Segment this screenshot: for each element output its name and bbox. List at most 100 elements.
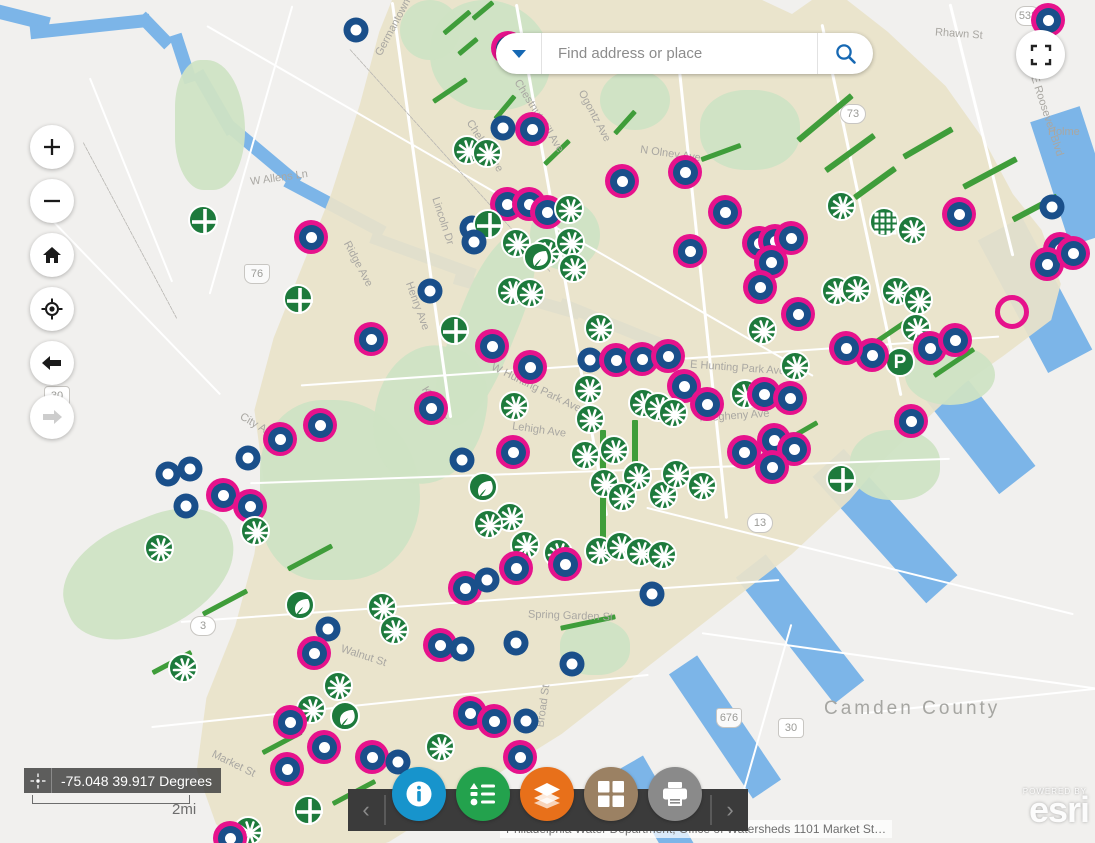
inlet-feature-marker[interactable]: [513, 350, 547, 384]
street-tree-marker[interactable]: [515, 278, 545, 308]
outfall-marker[interactable]: [173, 493, 199, 519]
street-tree-marker[interactable]: [747, 315, 777, 345]
inlet-feature-marker[interactable]: [355, 740, 389, 774]
search-source-dropdown[interactable]: [496, 33, 542, 74]
street-tree-marker[interactable]: [647, 540, 677, 570]
outfall-marker[interactable]: [235, 445, 261, 471]
map-canvas[interactable]: Camden County Holme Germantown Ave W Allen…: [0, 0, 1095, 843]
inlet-feature-marker[interactable]: [477, 704, 511, 738]
porous-paving-marker[interactable]: P: [885, 347, 915, 377]
print-button[interactable]: [648, 767, 702, 821]
rain-garden-marker[interactable]: [285, 590, 315, 620]
stormwater-planter-marker[interactable]: [188, 205, 218, 235]
inlet-feature-marker[interactable]: [263, 422, 297, 456]
outfall-marker[interactable]: [449, 636, 475, 662]
about-info-button[interactable]: [392, 767, 446, 821]
stormwater-planter-marker[interactable]: [826, 464, 856, 494]
rain-garden-marker[interactable]: [330, 701, 360, 731]
inlet-feature-marker[interactable]: [605, 164, 639, 198]
street-tree-marker[interactable]: [573, 374, 603, 404]
inlet-feature-marker[interactable]: [496, 435, 530, 469]
inlet-feature-marker[interactable]: [894, 404, 928, 438]
zoom-in-button[interactable]: [30, 125, 74, 169]
street-tree-marker[interactable]: [240, 516, 270, 546]
search-widget[interactable]: [496, 33, 873, 74]
home-button[interactable]: [30, 233, 74, 277]
street-tree-marker[interactable]: [780, 351, 810, 381]
inlet-feature-marker[interactable]: [690, 387, 724, 421]
street-tree-marker[interactable]: [168, 653, 198, 683]
search-input[interactable]: [542, 45, 817, 62]
inlet-feature-marker[interactable]: [938, 323, 972, 357]
street-tree-marker[interactable]: [558, 253, 588, 283]
outfall-marker[interactable]: [503, 630, 529, 656]
inlet-feature-marker[interactable]: [303, 408, 337, 442]
inlet-feature-marker[interactable]: [213, 821, 247, 843]
inlet-feature-marker[interactable]: [651, 339, 685, 373]
rain-garden-marker[interactable]: [523, 242, 553, 272]
selected-feature-marker[interactable]: [995, 295, 1029, 329]
street-tree-marker[interactable]: [499, 391, 529, 421]
street-tree-marker[interactable]: [826, 191, 856, 221]
outfall-marker[interactable]: [461, 229, 487, 255]
locate-button[interactable]: [30, 287, 74, 331]
street-tree-marker[interactable]: [897, 215, 927, 245]
stormwater-planter-marker[interactable]: [283, 284, 313, 314]
street-tree-marker[interactable]: [554, 194, 584, 224]
stormwater-planter-marker[interactable]: [293, 795, 323, 825]
basemap-gallery-button[interactable]: [584, 767, 638, 821]
street-tree-marker[interactable]: [379, 615, 409, 645]
inlet-feature-marker[interactable]: [515, 112, 549, 146]
street-tree-marker[interactable]: [661, 459, 691, 489]
inlet-feature-marker[interactable]: [270, 752, 304, 786]
inlet-feature-marker[interactable]: [743, 270, 777, 304]
inlet-feature-marker[interactable]: [297, 636, 331, 670]
outfall-marker[interactable]: [559, 651, 585, 677]
inlet-feature-marker[interactable]: [273, 705, 307, 739]
outfall-marker[interactable]: [343, 17, 369, 43]
inlet-feature-marker[interactable]: [354, 322, 388, 356]
street-tree-marker[interactable]: [903, 285, 933, 315]
stormwater-planter-marker[interactable]: [439, 315, 469, 345]
inlet-feature-marker[interactable]: [708, 195, 742, 229]
inlet-feature-marker[interactable]: [755, 450, 789, 484]
toolbar-prev-button[interactable]: ‹: [348, 797, 384, 823]
street-tree-marker[interactable]: [658, 398, 688, 428]
inlet-feature-marker[interactable]: [781, 297, 815, 331]
outfall-marker[interactable]: [639, 581, 665, 607]
inlet-feature-marker[interactable]: [499, 551, 533, 585]
inlet-feature-marker[interactable]: [829, 331, 863, 365]
outfall-marker[interactable]: [474, 567, 500, 593]
rain-garden-marker[interactable]: [468, 472, 498, 502]
outfall-marker[interactable]: [513, 708, 539, 734]
street-tree-marker[interactable]: [473, 509, 503, 539]
search-button[interactable]: [817, 33, 873, 74]
zoom-out-button[interactable]: [30, 179, 74, 223]
street-tree-marker[interactable]: [570, 440, 600, 470]
coordinate-widget[interactable]: -75.048 39.917 Degrees: [24, 768, 221, 793]
street-tree-marker[interactable]: [472, 138, 502, 168]
inlet-feature-marker[interactable]: [414, 391, 448, 425]
outfall-marker[interactable]: [417, 278, 443, 304]
outfall-marker[interactable]: [177, 456, 203, 482]
inlet-feature-marker[interactable]: [475, 329, 509, 363]
inlet-feature-marker[interactable]: [307, 730, 341, 764]
inlet-feature-marker[interactable]: [773, 381, 807, 415]
outfall-marker[interactable]: [449, 447, 475, 473]
inlet-feature-marker[interactable]: [668, 155, 702, 189]
street-tree-marker[interactable]: [144, 533, 174, 563]
next-extent-button[interactable]: [30, 395, 74, 439]
fullscreen-button[interactable]: [1016, 30, 1065, 79]
inlet-feature-marker[interactable]: [942, 197, 976, 231]
toolbar-next-button[interactable]: ›: [712, 797, 748, 823]
outfall-marker[interactable]: [1039, 194, 1065, 220]
street-tree-marker[interactable]: [425, 732, 455, 762]
inlet-feature-marker[interactable]: [673, 234, 707, 268]
green-roof-marker[interactable]: [869, 207, 899, 237]
street-tree-marker[interactable]: [575, 404, 605, 434]
street-tree-marker[interactable]: [607, 482, 637, 512]
inlet-feature-marker[interactable]: [1056, 236, 1090, 270]
street-tree-marker[interactable]: [584, 313, 614, 343]
inlet-feature-marker[interactable]: [548, 547, 582, 581]
outfall-marker[interactable]: [490, 115, 516, 141]
